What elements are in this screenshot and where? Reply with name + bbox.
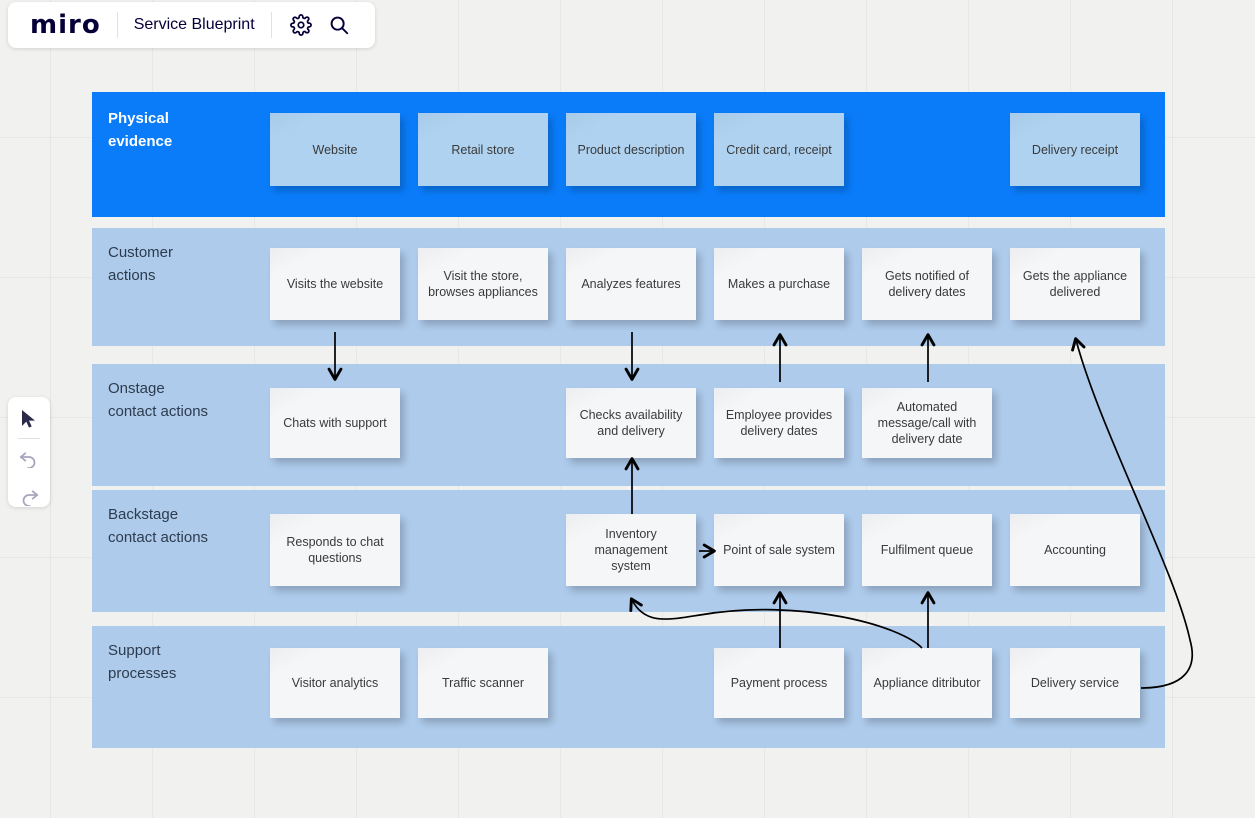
sticky-note[interactable]: Checks availability and delivery — [566, 388, 696, 458]
sticky-note[interactable]: Responds to chat questions — [270, 514, 400, 586]
search-icon[interactable] — [326, 12, 352, 38]
row-label-backstage-contact-actions: Backstage contact actions — [108, 503, 268, 549]
sticky-note[interactable]: Delivery receipt — [1010, 113, 1140, 186]
blueprint-row-backstage-contact-actions[interactable]: Backstage contact actionsResponds to cha… — [92, 490, 1165, 612]
sticky-note[interactable]: Appliance ditributor — [862, 648, 992, 718]
row-label-customer-actions: Customer actions — [108, 241, 268, 287]
sticky-note[interactable]: Employee provides delivery dates — [714, 388, 844, 458]
gear-icon[interactable] — [288, 12, 314, 38]
sticky-note[interactable]: Visits the website — [270, 248, 400, 320]
left-toolbar — [8, 397, 50, 507]
row-label-support-processes: Support processes — [108, 639, 268, 685]
row-label-onstage-contact-actions: Onstage contact actions — [108, 377, 268, 423]
sticky-note[interactable]: Gets notified of delivery dates — [862, 248, 992, 320]
sticky-note[interactable]: Chats with support — [270, 388, 400, 458]
sticky-note[interactable]: Makes a purchase — [714, 248, 844, 320]
header-divider-2 — [271, 12, 272, 38]
miro-canvas[interactable]: miro Service Blueprint — [0, 0, 1255, 818]
sticky-note[interactable]: Gets the appliance delivered — [1010, 248, 1140, 320]
redo-arrow-icon[interactable] — [16, 482, 42, 507]
blueprint-row-onstage-contact-actions[interactable]: Onstage contact actionsChats with suppor… — [92, 364, 1165, 486]
sticky-note[interactable]: Automated message/call with delivery dat… — [862, 388, 992, 458]
toolbar-divider — [18, 438, 40, 439]
blueprint-row-support-processes[interactable]: Support processesVisitor analytics Traffi… — [92, 626, 1165, 748]
blueprint-row-customer-actions[interactable]: Customer actionsVisits the websiteVisit … — [92, 228, 1165, 346]
sticky-note[interactable]: Traffic scanner — [418, 648, 548, 718]
miro-logo[interactable]: miro — [30, 10, 101, 40]
app-header: miro Service Blueprint — [8, 2, 375, 48]
sticky-note[interactable]: Product description — [566, 113, 696, 186]
sticky-note[interactable]: Inventory management system — [566, 514, 696, 586]
sticky-note[interactable]: Analyzes features — [566, 248, 696, 320]
sticky-note[interactable]: Credit card, receipt — [714, 113, 844, 186]
sticky-note[interactable]: Point of sale system — [714, 514, 844, 586]
blueprint-row-physical-evidence[interactable]: Physical evidenceWebsiteRetail storeProd… — [92, 92, 1165, 217]
board-title[interactable]: Service Blueprint — [134, 16, 255, 34]
sticky-note[interactable]: Website — [270, 113, 400, 186]
sticky-note[interactable]: Delivery service — [1010, 648, 1140, 718]
sticky-note[interactable]: Accounting — [1010, 514, 1140, 586]
header-divider-1 — [117, 12, 118, 38]
sticky-note[interactable]: Retail store — [418, 113, 548, 186]
sticky-note[interactable]: Fulfilment queue — [862, 514, 992, 586]
sticky-note[interactable]: Visit the store, browses appliances — [418, 248, 548, 320]
sticky-note[interactable]: Payment process — [714, 648, 844, 718]
cursor-icon[interactable] — [16, 406, 42, 431]
undo-arrow-icon[interactable] — [16, 445, 42, 470]
sticky-note[interactable]: Visitor analytics — [270, 648, 400, 718]
row-label-physical-evidence: Physical evidence — [108, 107, 268, 153]
